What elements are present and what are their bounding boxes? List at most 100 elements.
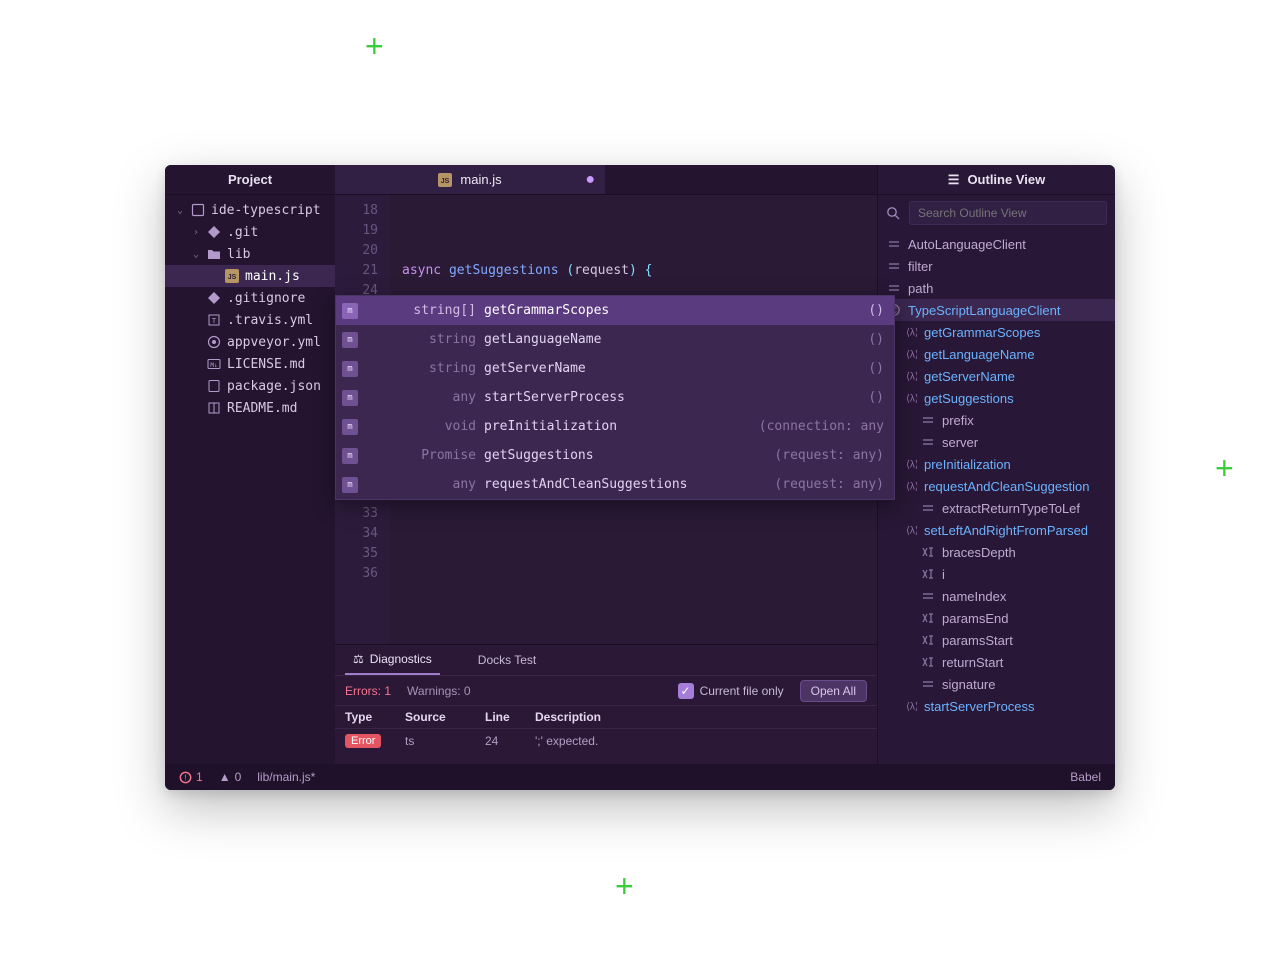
tree-item-package-json[interactable]: package.json (165, 375, 335, 397)
outline-item-label: bracesDepth (942, 545, 1016, 560)
var-symbol-icon (920, 544, 936, 560)
outline-item[interactable]: extractReturnTypeToLef (878, 497, 1115, 519)
autocomplete-popup[interactable]: mstring[]getGrammarScopes()mstringgetLan… (335, 295, 895, 500)
outline-item[interactable]: paramsEnd (878, 607, 1115, 629)
current-file-only-toggle[interactable]: ✓ Current file only (678, 683, 784, 699)
tree-root[interactable]: ⌄ ide-typescript (165, 199, 335, 221)
outline-item[interactable]: nameIndex (878, 585, 1115, 607)
ac-return-type: string (366, 332, 476, 347)
col-source[interactable]: Source (405, 710, 485, 724)
fn-symbol-icon: ⟨λ⟩ (902, 522, 918, 538)
tree-item--gitignore[interactable]: .gitignore (165, 287, 335, 309)
outline-item[interactable]: returnStart (878, 651, 1115, 673)
outline-item[interactable]: ⟨λ⟩getLanguageName (878, 343, 1115, 365)
const-symbol-icon (920, 500, 936, 516)
tree-item-lib[interactable]: ⌄lib (165, 243, 335, 265)
outline-item[interactable]: path (878, 277, 1115, 299)
svg-text:M↓: M↓ (210, 362, 217, 369)
outline-item-label: TypeScriptLanguageClient (908, 303, 1061, 318)
outline-item-label: path (908, 281, 933, 296)
status-language[interactable]: Babel (1070, 770, 1101, 784)
tree-item-appveyor-yml[interactable]: appveyor.yml (165, 331, 335, 353)
tab-docks-test[interactable]: Docks Test (470, 645, 544, 675)
method-badge-icon: m (342, 361, 358, 377)
outline-item-label: setLeftAndRightFromParsed (924, 523, 1088, 538)
tree-item--git[interactable]: ›.git (165, 221, 335, 243)
autocomplete-item[interactable]: mstringgetServerName() (336, 354, 894, 383)
tree-item-LICENSE-md[interactable]: M↓ LICENSE.md (165, 353, 335, 375)
outline-item-label: filter (908, 259, 933, 274)
outline-search-input[interactable] (909, 201, 1107, 225)
var-symbol-icon (920, 654, 936, 670)
diagnostics-table: Type Source Line Description Error ts 24… (335, 705, 877, 764)
outline-item[interactable]: paramsStart (878, 629, 1115, 651)
outline-item[interactable]: AutoLanguageClient (878, 233, 1115, 255)
outline-item-label: returnStart (942, 655, 1003, 670)
status-warnings[interactable]: ▲ 0 (219, 770, 242, 784)
status-file-path[interactable]: lib/main.js* (257, 770, 315, 784)
svg-text:⟨λ⟩: ⟨λ⟩ (906, 482, 917, 493)
ac-signature: (connection: any (759, 419, 884, 434)
tab-bar-empty (605, 165, 877, 194)
autocomplete-item[interactable]: manystartServerProcess() (336, 383, 894, 412)
outline-item[interactable]: ⟨λ⟩preInitialization (878, 453, 1115, 475)
col-type[interactable]: Type (345, 710, 405, 724)
col-line[interactable]: Line (485, 710, 535, 724)
tree-item-label: LICENSE.md (227, 357, 305, 372)
method-badge-icon: m (342, 303, 358, 319)
checkbox-checked-icon: ✓ (678, 683, 694, 699)
plus-decoration: + (365, 28, 384, 65)
tree-item-main-js[interactable]: JSmain.js (165, 265, 335, 287)
autocomplete-item[interactable]: mstring[]getGrammarScopes() (336, 296, 894, 325)
tree-item--travis-yml[interactable]: T.travis.yml (165, 309, 335, 331)
tree-item-label: main.js (245, 269, 300, 284)
svg-text:⟨λ⟩: ⟨λ⟩ (906, 702, 917, 713)
outline-item-label: server (942, 435, 978, 450)
status-errors[interactable]: ! 1 (179, 770, 203, 784)
method-badge-icon: m (342, 419, 358, 435)
md-icon: M↓ (207, 357, 221, 371)
fn-symbol-icon: ⟨λ⟩ (902, 698, 918, 714)
outline-item-label: paramsStart (942, 633, 1013, 648)
tab-main-js[interactable]: JS main.js ● (335, 165, 605, 194)
bottom-tabs: ⚖ Diagnostics Docks Test (335, 645, 877, 675)
outline-item-label: getLanguageName (924, 347, 1035, 362)
outline-search-row (878, 195, 1115, 231)
folder-icon (207, 247, 221, 261)
svg-text:⟨λ⟩: ⟨λ⟩ (906, 460, 917, 471)
tab-diagnostics[interactable]: ⚖ Diagnostics (345, 645, 440, 675)
svg-text:T: T (212, 317, 217, 325)
outline-item[interactable]: ⟨λ⟩ setLeftAndRightFromParsed (878, 519, 1115, 541)
open-all-button[interactable]: Open All (800, 680, 867, 702)
fn-symbol-icon: ⟨λ⟩ (902, 478, 918, 494)
const-symbol-icon (920, 676, 936, 692)
tree-item-label: package.json (227, 379, 321, 394)
outline-item[interactable]: ⟨λ⟩requestAndCleanSuggestion (878, 475, 1115, 497)
outline-item[interactable]: bracesDepth (878, 541, 1115, 563)
autocomplete-item[interactable]: mvoidpreInitialization(connection: any (336, 412, 894, 441)
autocomplete-item[interactable]: manyrequestAndCleanSuggestions(request: … (336, 470, 894, 499)
outline-item[interactable]: i (878, 563, 1115, 585)
diagnostic-row[interactable]: Error ts 24 ';' expected. (335, 729, 877, 752)
outline-item[interactable]: ⟨λ⟩startServerProcess (878, 695, 1115, 717)
outline-item[interactable]: ⟨λ⟩getSuggestions (878, 387, 1115, 409)
outline-item-label: getSuggestions (924, 391, 1014, 406)
autocomplete-item[interactable]: mPromisegetSuggestions(request: any) (336, 441, 894, 470)
autocomplete-item[interactable]: mstringgetLanguageName() (336, 325, 894, 354)
outline-item[interactable]: ⟨λ⟩getServerName (878, 365, 1115, 387)
js-file-icon: JS (438, 173, 452, 187)
outline-item[interactable]: signature (878, 673, 1115, 695)
method-badge-icon: m (342, 390, 358, 406)
editor-area[interactable]: 181920212433343536 async getSuggestions … (335, 195, 877, 644)
current-file-label: Current file only (700, 684, 784, 698)
outline-item[interactable]: ⟨λ⟩getGrammarScopes (878, 321, 1115, 343)
tree-item-README-md[interactable]: README.md (165, 397, 335, 419)
git-icon (207, 291, 221, 305)
outline-item[interactable]: prefix (878, 409, 1115, 431)
const-symbol-icon (886, 236, 902, 252)
outline-item[interactable]: filter (878, 255, 1115, 277)
col-description[interactable]: Description (535, 710, 867, 724)
outline-item[interactable]: CTypeScriptLanguageClient (878, 299, 1115, 321)
const-symbol-icon (920, 412, 936, 428)
outline-item[interactable]: server (878, 431, 1115, 453)
